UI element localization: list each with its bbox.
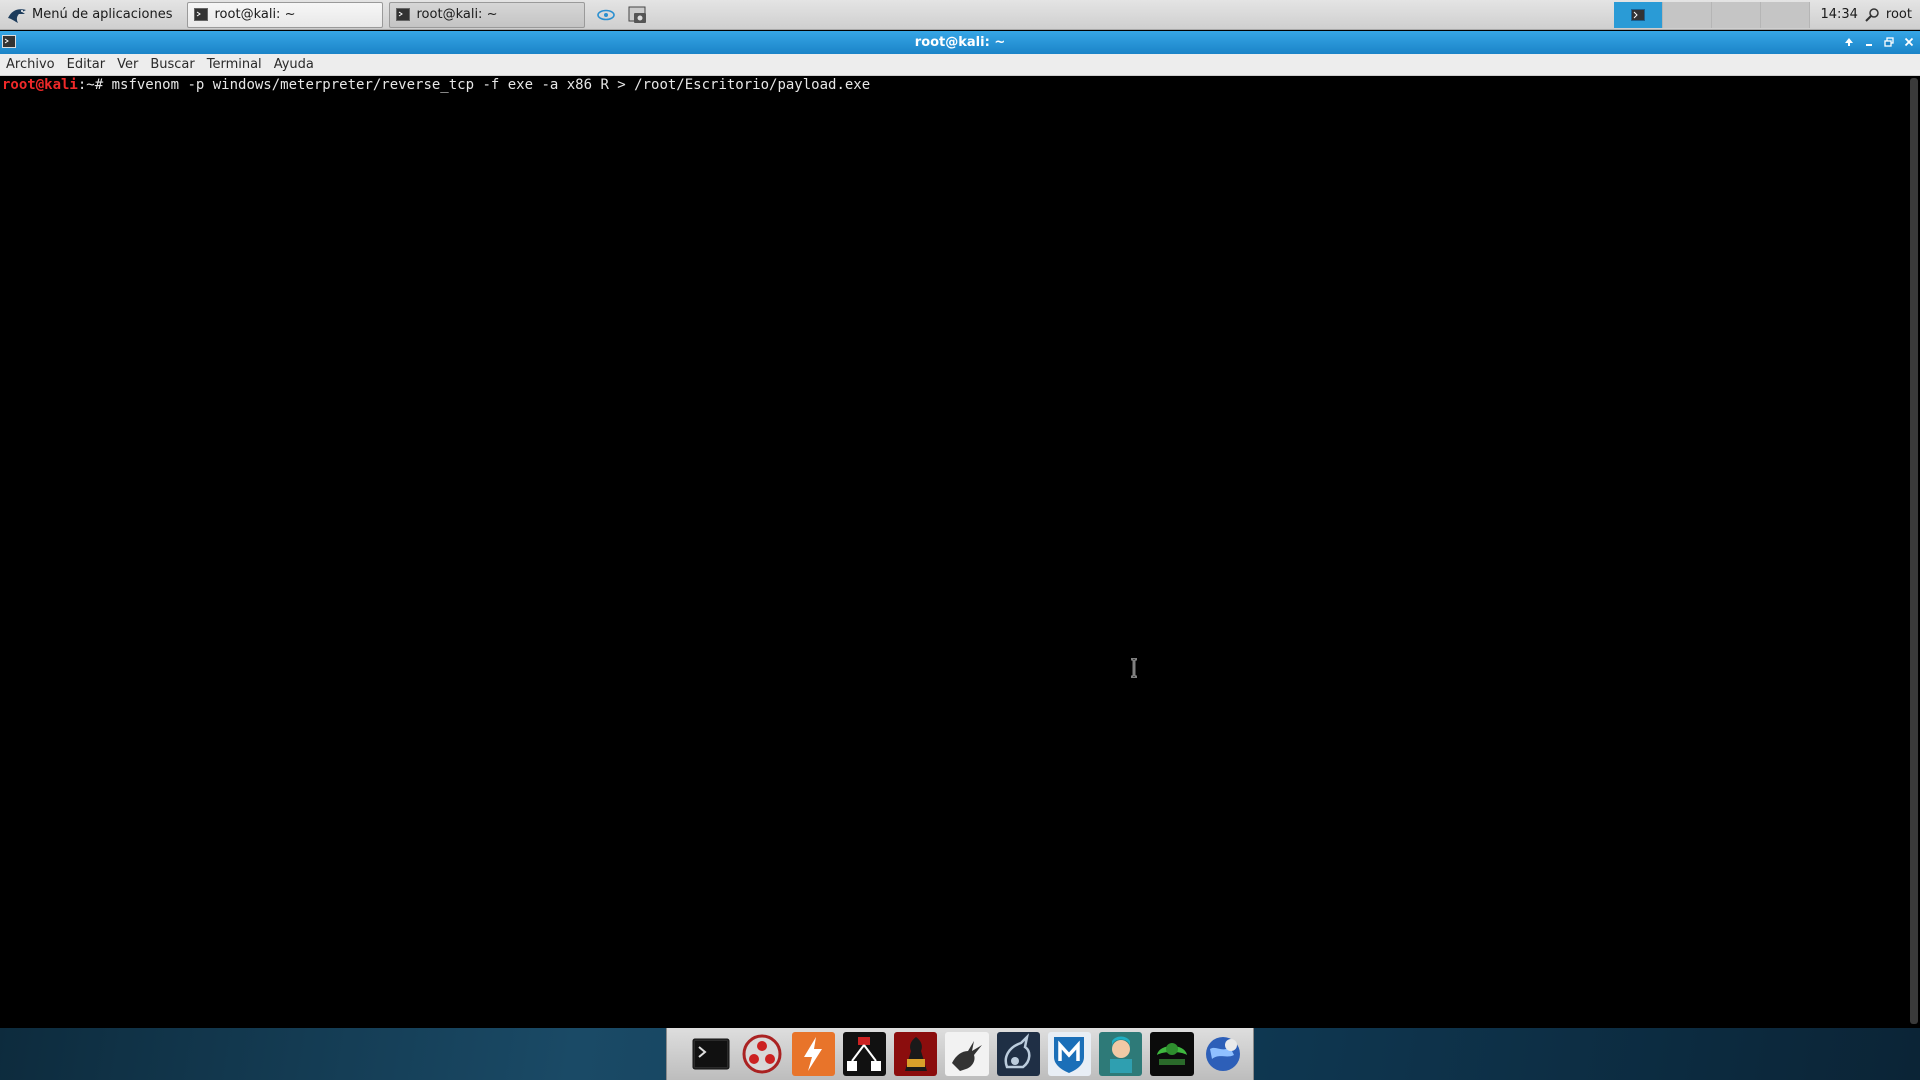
clock[interactable]: 14:34 bbox=[1820, 7, 1857, 22]
dock-faraday[interactable] bbox=[996, 1032, 1040, 1076]
close-icon bbox=[1904, 37, 1914, 47]
dock-armitage[interactable] bbox=[740, 1032, 783, 1076]
applications-menu-label: Menú de aplicaciones bbox=[32, 7, 173, 22]
menu-buscar[interactable]: Buscar bbox=[150, 57, 194, 72]
hydra-icon bbox=[951, 1041, 982, 1071]
arrow-up-icon bbox=[1845, 38, 1853, 46]
dock-maltego[interactable] bbox=[1099, 1032, 1143, 1076]
taskbar-window-1[interactable]: root@kali: ~ bbox=[186, 1, 383, 28]
armitage-icon bbox=[742, 1034, 782, 1074]
applications-menu-button[interactable]: Menú de aplicaciones bbox=[0, 0, 181, 30]
search-icon[interactable] bbox=[1864, 7, 1880, 23]
terminal-icon bbox=[395, 8, 410, 21]
taskbar-window-2-label: root@kali: ~ bbox=[416, 7, 498, 22]
minimize-icon bbox=[1866, 44, 1872, 46]
workspace-4[interactable] bbox=[1761, 1, 1811, 28]
browser-icon bbox=[1206, 1037, 1241, 1071]
maltego-icon bbox=[1109, 1036, 1132, 1073]
application-dock bbox=[666, 1028, 1254, 1080]
terminal-scrollbar[interactable] bbox=[1908, 76, 1920, 1028]
minimize-button[interactable] bbox=[1862, 34, 1876, 50]
burpsuite-icon bbox=[804, 1037, 823, 1071]
window-title: root@kali: ~ bbox=[914, 35, 1006, 50]
workspace-2[interactable] bbox=[1663, 1, 1713, 28]
top-panel: Menú de aplicaciones root@kali: ~ root@k… bbox=[0, 0, 1920, 30]
dock-hydra[interactable] bbox=[945, 1032, 989, 1076]
terminal-area[interactable]: root@kali:~# msfvenom -p windows/meterpr… bbox=[0, 76, 1908, 1028]
beef-icon bbox=[847, 1037, 882, 1071]
terminal-icon bbox=[193, 8, 208, 21]
dock-beef[interactable] bbox=[842, 1032, 887, 1076]
workspace-3[interactable] bbox=[1712, 1, 1762, 28]
restore-icon bbox=[1884, 37, 1894, 47]
menu-terminal[interactable]: Terminal bbox=[207, 57, 262, 72]
workspace-switcher bbox=[1614, 1, 1811, 28]
faraday-icon bbox=[1004, 1033, 1031, 1069]
ibeam-cursor-icon bbox=[1131, 658, 1137, 678]
maximize-button[interactable] bbox=[1882, 34, 1896, 50]
metasploit-icon bbox=[1054, 1037, 1085, 1073]
terminal-icon bbox=[1631, 8, 1646, 21]
close-button[interactable] bbox=[1902, 34, 1916, 50]
taskbar-window-2[interactable]: root@kali: ~ bbox=[388, 1, 585, 28]
menu-archivo[interactable]: Archivo bbox=[6, 57, 55, 72]
scrollbar-thumb[interactable] bbox=[1910, 78, 1918, 1024]
menu-bar: Archivo Editar Ver Buscar Terminal Ayuda bbox=[0, 54, 1920, 76]
prompt-user: root@kali bbox=[2, 77, 78, 93]
workspace-1[interactable] bbox=[1614, 1, 1664, 28]
dock-cherrytree[interactable] bbox=[1150, 1032, 1194, 1076]
prompt-path: :~# bbox=[77, 77, 104, 93]
menu-ver[interactable]: Ver bbox=[117, 57, 138, 72]
menu-ayuda[interactable]: Ayuda bbox=[274, 57, 314, 72]
menu-editar[interactable]: Editar bbox=[67, 57, 106, 72]
kali-dragon-icon bbox=[8, 8, 26, 23]
dock-metasploit[interactable] bbox=[1047, 1032, 1092, 1076]
taskbar-window-1-label: root@kali: ~ bbox=[214, 7, 296, 22]
dock-browser[interactable] bbox=[1202, 1032, 1245, 1076]
johnny-ripper-icon bbox=[904, 1037, 927, 1071]
eye-tray-icon[interactable] bbox=[595, 4, 617, 26]
keep-above-button[interactable] bbox=[1842, 34, 1856, 50]
dock-terminal[interactable] bbox=[689, 1032, 732, 1076]
command-text: msfvenom -p windows/meterpreter/reverse_… bbox=[103, 77, 871, 93]
window-titlebar[interactable]: root@kali: ~ bbox=[0, 31, 1920, 54]
cherrytree-icon bbox=[1157, 1043, 1188, 1065]
terminal-icon bbox=[692, 1038, 730, 1070]
screenshot-tray-icon[interactable] bbox=[627, 4, 649, 26]
dock-john-the-ripper[interactable] bbox=[894, 1032, 938, 1076]
dock-burpsuite[interactable] bbox=[791, 1032, 835, 1076]
user-menu[interactable]: root bbox=[1886, 7, 1912, 22]
